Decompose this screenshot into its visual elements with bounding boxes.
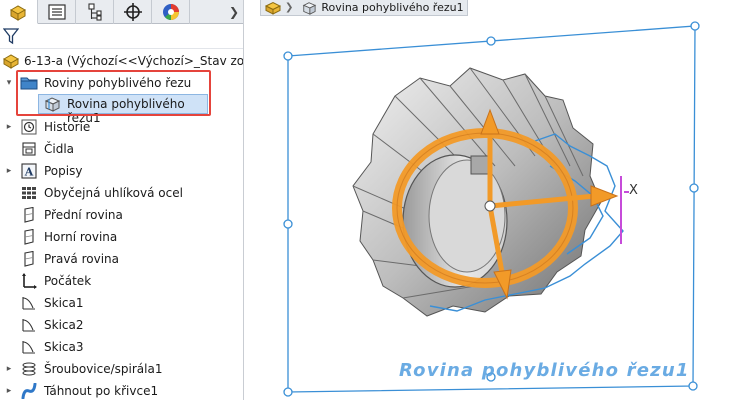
part-icon [9,4,26,21]
chevron-right-icon[interactable]: ▸ [4,160,14,182]
display-manager-icon [162,4,179,20]
viewport-canvas[interactable]: X Rovina pohyblivého řezu1 [245,16,750,400]
triad-center-handle [484,200,496,212]
tree-root-label: 6-13-a (Výchozí<<Výchozí>_Stav zobraze [24,54,244,68]
tree-item-sketch-1[interactable]: Skica1 [0,292,243,314]
plane-handle [688,381,698,391]
tree-item-label: Popisy [44,164,83,178]
manager-tabbar: ❯ [0,0,243,24]
tab-scroll-right-icon[interactable]: ❯ [226,0,242,24]
tree-item-helix[interactable]: ▸ Šroubovice/spirála1 [0,358,243,380]
plane-handle [283,219,293,229]
tree-item-label: Čidla [44,142,75,156]
tree-item-annotations[interactable]: ▸ A Popisy [0,160,243,182]
material-icon [22,187,36,199]
part-icon [3,54,19,69]
tree-item-sketch-2[interactable]: Skica2 [0,314,243,336]
tree-filter-bar[interactable] [0,24,243,49]
plane-handle [689,183,699,193]
annotations-icon: A [21,163,37,179]
tree-item-label: Přední rovina [44,208,123,222]
section-plane-label: Rovina pohyblivého řezu1 [399,360,690,381]
chevron-right-icon[interactable]: ▸ [4,358,14,380]
tree-item-label: Pravá rovina [44,252,119,266]
tree-item-sweep[interactable]: ▸ Táhnout po křivce1 [0,380,243,400]
tree-item-origin[interactable]: Počátek [0,270,243,292]
filter-icon[interactable] [3,28,19,45]
history-icon [21,119,37,135]
tree-item-material[interactable]: Obyčejná uhlíková ocel [0,182,243,204]
helix-icon [22,362,36,376]
breadcrumb-separator-icon: ❯ [285,2,294,13]
sweep-icon [21,383,37,399]
plane-handle [283,51,293,61]
tree-item-label: Táhnout po křivce1 [44,384,159,398]
plane-icon [24,207,34,223]
tree-item-label: Skica2 [44,318,84,332]
tree-item-label: Historie [44,120,91,134]
svg-text:A: A [24,166,34,179]
property-manager-icon [47,4,66,20]
plane-handle [486,36,496,46]
tab-configuration-manager[interactable] [76,0,114,24]
tree-item-label: Roviny pohyblivého řezu [44,76,192,90]
part-icon [265,1,281,15]
chevron-right-icon[interactable]: ▸ [4,116,14,138]
dimxpert-icon [123,3,142,21]
sketch-icon [22,319,35,332]
tab-dimxpert-manager[interactable] [114,0,152,24]
tree-item-front-plane[interactable]: Přední rovina [0,204,243,226]
tree-item-section-plane-1[interactable]: Rovina pohyblivého řezu1 [38,94,208,125]
graphics-viewport[interactable]: X Rovina pohyblivého řezu1 [245,16,750,400]
tab-display-manager[interactable] [152,0,190,24]
tree-item-label: Skica1 [44,296,84,310]
tree-item-top-plane[interactable]: Horní rovina [0,226,243,248]
plane-icon [24,229,34,245]
tab-feature-manager[interactable] [0,0,38,24]
tree-item-sensors[interactable]: Čidla [0,138,243,160]
plane-icon [24,251,34,267]
breadcrumb[interactable]: ❯ Rovina pohyblivého řezu1 [260,0,468,16]
tree-item-history[interactable]: ▸ Historie [0,116,243,138]
configuration-manager-icon [87,3,102,21]
breadcrumb-label: Rovina pohyblivého řezu1 [321,1,464,14]
tree-item-label: Obyčejná uhlíková ocel [44,186,183,200]
tab-property-manager[interactable] [38,0,76,24]
tree-item-label: Horní rovina [44,230,118,244]
sketch-icon [22,297,35,310]
section-plane-icon [44,97,61,112]
chevron-down-icon[interactable]: ▾ [4,72,14,94]
chevron-right-icon[interactable]: ▸ [4,380,14,400]
tree-item-section-planes-folder[interactable]: ▾ Roviny pohyblivého řezu [0,72,243,94]
tree-root-part[interactable]: 6-13-a (Výchozí<<Výchozí>_Stav zobraze [0,50,244,72]
tree-item-sketch-3[interactable]: Skica3 [0,336,243,358]
sketch-icon [22,341,35,354]
tree-item-label: Šroubovice/spirála1 [44,362,163,376]
tree-item-right-plane[interactable]: Pravá rovina [0,248,243,270]
tree-item-label: Skica3 [44,340,84,354]
folder-icon [20,77,38,90]
sensor-icon [22,142,36,156]
plane-handle [283,387,293,397]
origin-icon [22,273,37,289]
feature-manager-panel: ❯ 6-13-a (Výchozí<<Výchozí>_Stav zobraze… [0,0,244,400]
tree-item-label: Počátek [44,274,92,288]
section-plane-icon [303,1,317,15]
axis-label-x: X [629,183,638,198]
plane-handle [690,21,700,31]
